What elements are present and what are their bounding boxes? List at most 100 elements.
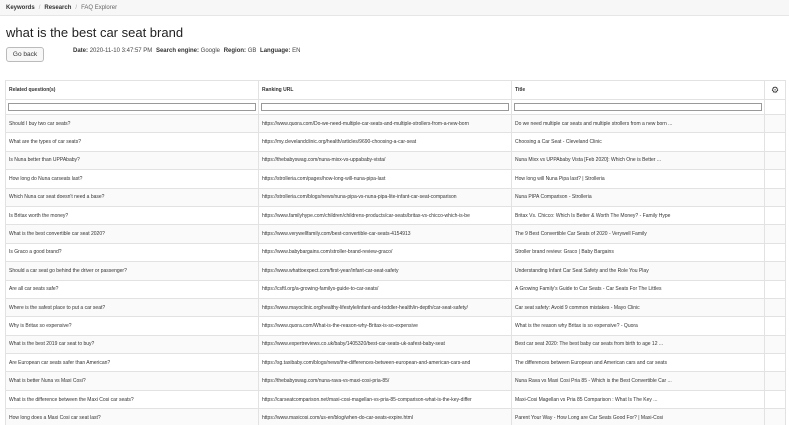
empty-cell — [764, 113, 786, 134]
table-row: Are European car seats safer than Americ… — [5, 353, 786, 373]
url-cell[interactable]: https://www.whattoexpect.com/first-year/… — [258, 261, 512, 281]
url-cell[interactable]: https://carseatcomparison.net/maxi-cosi-… — [258, 389, 512, 410]
title-cell: What is the reason why Britax is so expe… — [511, 316, 765, 336]
question-filter-input[interactable] — [8, 103, 256, 111]
title-cell: Britax Vs. Chicco: Which Is Better & Wor… — [511, 205, 765, 226]
gear-icon[interactable]: ⚙ — [771, 85, 779, 95]
url-cell[interactable]: https://thebabyswag.com/nuna-rava-vs-max… — [258, 371, 512, 391]
url-filter-input[interactable] — [261, 103, 509, 111]
title-cell: Nuna Mixx vs UPPAbaby Vista [Feb 2020]: … — [511, 150, 765, 171]
question-cell: Why is Britax so expensive? — [5, 316, 259, 336]
question-cell: Where is the safest place to put a car s… — [5, 297, 259, 318]
question-cell: How long do Nuna carseats last? — [5, 169, 259, 189]
table-row: Are all car seats safe? https://csftl.org… — [5, 279, 786, 299]
table-row: What is better Nuna vs Maxi Cosi? https:/… — [5, 371, 786, 391]
question-cell: Should I buy two car seats? — [5, 113, 259, 134]
empty-cell — [764, 408, 786, 425]
breadcrumb-faq-explorer: FAQ Explorer — [81, 4, 118, 11]
column-settings-cell: ⚙ — [764, 80, 786, 100]
empty-cell — [764, 389, 786, 410]
question-cell: How long does a Maxi Cosi car seat last? — [5, 408, 259, 425]
search-meta: Date: 2020-11-10 3:47:57 PM Search engin… — [73, 48, 302, 54]
question-cell: What is the best 2019 car seat to buy? — [5, 334, 259, 355]
url-cell[interactable]: https://www.expertreviews.co.uk/baby/140… — [258, 334, 512, 355]
url-cell[interactable]: https://www.quora.com/Do-we-need-multipl… — [258, 113, 512, 134]
title-cell: Maxi-Cosi Magellan vs Pria 85 Comparison… — [511, 389, 765, 410]
empty-cell — [764, 371, 786, 391]
language-value: EN — [292, 48, 301, 54]
page-title: what is the best car seat brand — [6, 25, 184, 40]
url-cell[interactable]: https://thebabyswag.com/nuna-mixx-vs-upp… — [258, 150, 512, 171]
table-row: Should a car seat go behind the driver o… — [5, 261, 786, 281]
table-row: Is Graco a good brand? https://www.babyba… — [5, 242, 786, 263]
filter-cell — [511, 99, 765, 115]
table-row: What are the types of car seats? https://… — [5, 132, 786, 152]
title-cell: Understanding Infant Car Seat Safety and… — [511, 261, 765, 281]
empty-cell — [764, 297, 786, 318]
url-cell[interactable]: https://www.verywellfamily.com/best-conv… — [258, 224, 512, 244]
url-cell[interactable]: https://strolleria.com/blogs/news/nuna-p… — [258, 187, 512, 207]
title-cell: Car seat safety: Avoid 9 common mistakes… — [511, 297, 765, 318]
question-cell: Are all car seats safe? — [5, 279, 259, 299]
table-header-row: Related question(s) Ranking URL Title ⚙ — [5, 80, 786, 100]
question-cell: Is Graco a good brand? — [5, 242, 259, 263]
column-header-title[interactable]: Title — [511, 80, 765, 100]
url-cell[interactable]: https://my.clevelandclinic.org/health/ar… — [258, 132, 512, 152]
empty-cell — [764, 150, 786, 171]
url-cell[interactable]: https://www.familyhype.com/children/chil… — [258, 205, 512, 226]
question-cell: What is better Nuna vs Maxi Cosi? — [5, 371, 259, 391]
column-header-question[interactable]: Related question(s) — [5, 80, 259, 100]
url-cell[interactable]: https://csftl.org/a-growing-familys-guid… — [258, 279, 512, 299]
table-body: Should I buy two car seats? https://www.q… — [5, 113, 786, 425]
table-row: Why is Britax so expensive? https://www.q… — [5, 316, 786, 336]
region-label: Region: — [223, 48, 247, 54]
title-cell: Do we need multiple car seats and multip… — [511, 113, 765, 134]
question-cell: Is Nuna better than UPPAbaby? — [5, 150, 259, 171]
filter-cell — [764, 99, 786, 115]
breadcrumb: Keywords / Research / FAQ Explorer — [0, 0, 789, 16]
search-engine-label: Search engine: — [155, 48, 199, 54]
region-value: GB — [247, 48, 257, 54]
question-cell: Are European car seats safer than Americ… — [5, 353, 259, 373]
search-engine-value: Google — [200, 48, 221, 54]
filter-cell — [258, 99, 512, 115]
table-row: Which Nuna car seat doesn't need a base?… — [5, 187, 786, 207]
url-cell[interactable]: https://www.mayoclinic.org/healthy-lifes… — [258, 297, 512, 318]
title-cell: Choosing a Car Seat - Cleveland Clinic — [511, 132, 765, 152]
table-row: Is Britax worth the money? https://www.fa… — [5, 205, 786, 226]
empty-cell — [764, 205, 786, 226]
url-cell[interactable]: https://strolleria.com/pages/how-long-wi… — [258, 169, 512, 189]
question-cell: Should a car seat go behind the driver o… — [5, 261, 259, 281]
table-row: How long does a Maxi Cosi car seat last?… — [5, 408, 786, 425]
breadcrumb-keywords[interactable]: Keywords — [6, 5, 35, 11]
empty-cell — [764, 169, 786, 189]
empty-cell — [764, 187, 786, 207]
url-cell[interactable]: https://sg.taxibaby.com/blogs/news/the-d… — [258, 353, 512, 373]
title-filter-input[interactable] — [514, 103, 762, 111]
url-cell[interactable]: https://www.maxicosi.com/us-en/blog/when… — [258, 408, 512, 425]
breadcrumb-separator: / — [75, 4, 78, 11]
column-header-url[interactable]: Ranking URL — [258, 80, 512, 100]
title-cell: Parent Your Way - How Long are Car Seats… — [511, 408, 765, 425]
language-label: Language: — [260, 48, 291, 54]
question-cell: What is the best convertible car seat 20… — [5, 224, 259, 244]
go-back-button[interactable]: Go back — [6, 47, 44, 62]
filter-cell — [5, 99, 259, 115]
date-label: Date: — [73, 48, 89, 54]
title-cell: The differences between European and Ame… — [511, 353, 765, 373]
title-cell: How long will Nuna Pipa last? | Stroller… — [511, 169, 765, 189]
date-value: 2020-11-10 3:47:57 PM — [89, 48, 153, 54]
title-cell: A Growing Family's Guide to Car Seats - … — [511, 279, 765, 299]
url-cell[interactable]: https://www.quora.com/What-is-the-reason… — [258, 316, 512, 336]
title-cell: Best car seat 2020: The best baby car se… — [511, 334, 765, 355]
empty-cell — [764, 353, 786, 373]
table-row: What is the best 2019 car seat to buy? ht… — [5, 334, 786, 355]
title-cell: The 9 Best Convertible Car Seats of 2020… — [511, 224, 765, 244]
table-row: What is the best convertible car seat 20… — [5, 224, 786, 244]
faq-table: Related question(s) Ranking URL Title ⚙ … — [5, 80, 786, 425]
empty-cell — [764, 334, 786, 355]
title-cell: Nuna Rava vs Maxi Cosi Pria 85 - Which i… — [511, 371, 765, 391]
empty-cell — [764, 261, 786, 281]
url-cell[interactable]: https://www.babybargains.com/stroller-br… — [258, 242, 512, 263]
breadcrumb-research[interactable]: Research — [44, 5, 71, 11]
